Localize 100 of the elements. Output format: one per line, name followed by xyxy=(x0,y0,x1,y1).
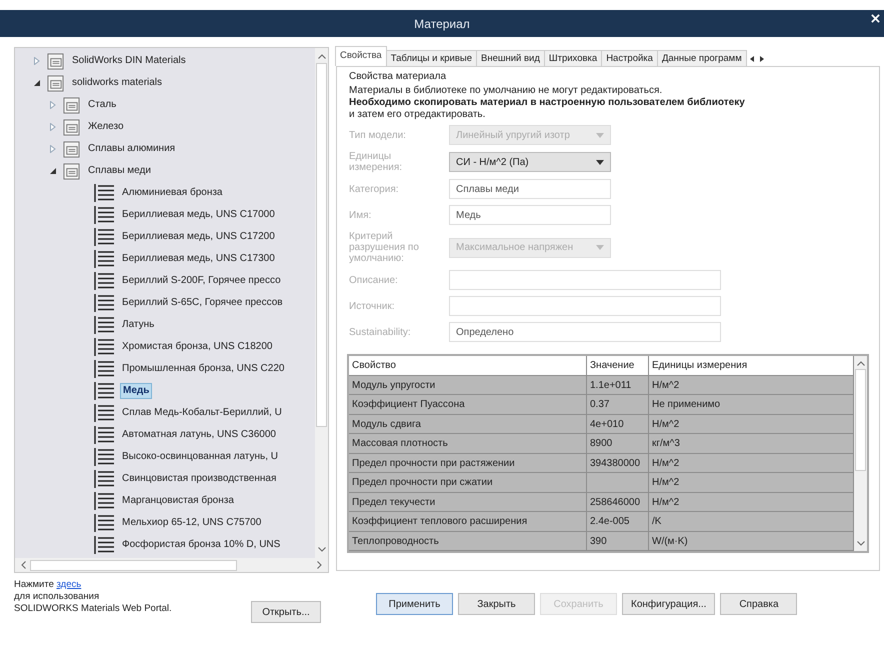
table-cell: 258646000 xyxy=(587,492,649,511)
tree-item[interactable]: solidworks materials xyxy=(70,76,164,90)
scroll-left-icon[interactable] xyxy=(21,561,26,569)
scroll-down-icon[interactable] xyxy=(318,547,326,552)
scroll-right-icon[interactable] xyxy=(317,561,322,569)
dialog-button[interactable]: Конфигурация... xyxy=(622,593,716,615)
field-label: Тип модели: xyxy=(349,130,407,140)
field-label: Категория: xyxy=(349,184,400,194)
material-list-icon xyxy=(93,381,115,401)
tree-item[interactable]: Бериллий S-200F, Горячее прессо xyxy=(120,274,283,288)
table-cell: 8900 xyxy=(587,434,649,452)
open-button[interactable]: Открыть... xyxy=(251,601,321,623)
window-title: Материал xyxy=(414,16,470,30)
note-text: для использования SOLIDWORKS Materials Web Portal. xyxy=(14,591,172,615)
tree-item[interactable]: Автоматная латунь, UNS C36000 xyxy=(120,428,278,442)
material-list-icon xyxy=(93,315,115,335)
scroll-down-icon[interactable] xyxy=(856,541,864,546)
scroll-up-icon[interactable] xyxy=(318,54,326,59)
tree-item[interactable]: Марганцовистая бронза xyxy=(120,494,236,508)
tree-item[interactable]: Медь xyxy=(120,383,152,399)
text-field[interactable] xyxy=(449,296,721,316)
tab[interactable]: Данные программ xyxy=(656,50,747,66)
table-cell: Массовая плотность xyxy=(349,434,587,452)
tab[interactable]: Внешний вид xyxy=(476,50,545,66)
column-header[interactable]: Свойство xyxy=(349,356,587,374)
table-cell: Модуль сдвига xyxy=(349,414,587,433)
tab-scroll-left-icon[interactable] xyxy=(750,56,755,62)
field-label: Описание: xyxy=(349,274,399,286)
table-cell: 394380000 xyxy=(587,454,649,472)
table-cell: 390 xyxy=(587,532,649,550)
material-list-icon xyxy=(93,447,115,467)
table-cell: 2.4e-005 xyxy=(587,512,649,530)
tree-item[interactable]: Хромистая бронза, UNS C18200 xyxy=(120,340,274,354)
tree-item[interactable]: Бериллиевая медь, UNS C17300 xyxy=(120,252,277,266)
close-icon[interactable] xyxy=(871,14,880,23)
material-list-icon xyxy=(93,425,115,445)
material-list-icon xyxy=(93,513,115,533)
dialog-button[interactable]: Применить xyxy=(376,593,453,615)
material-list-icon xyxy=(93,469,115,489)
text-field[interactable] xyxy=(449,270,721,290)
tree-item[interactable]: Бериллиевая медь, UNS C17200 xyxy=(120,230,277,244)
material-list-icon xyxy=(93,293,115,313)
dialog-button[interactable]: Закрыть xyxy=(458,593,535,615)
tree-item[interactable]: Свинцовистая производственная xyxy=(120,472,278,486)
expanded-arrow-icon[interactable] xyxy=(33,80,41,86)
tree-item[interactable]: Промышленная бронза, UNS C220 xyxy=(120,362,286,376)
dropdown-arrow-icon xyxy=(596,132,604,138)
tree-item[interactable]: Железо xyxy=(86,120,126,134)
table-cell: Предел прочности при сжатии xyxy=(349,473,587,492)
table-cell: 1.1e+011 xyxy=(587,376,649,394)
table-scrollbar[interactable] xyxy=(854,356,867,551)
tree-item[interactable]: Алюминиевая бронза xyxy=(120,186,224,200)
field-label: Источник: xyxy=(349,300,396,312)
field-label: Единицы измерения: xyxy=(349,151,404,173)
material-list-icon xyxy=(93,491,115,511)
tree-item[interactable]: Высоко-освинцованная латунь, U xyxy=(120,450,280,464)
material-list-icon xyxy=(93,359,115,379)
tree-item[interactable]: Сплавы алюминия xyxy=(86,142,178,156)
section-heading: Свойства материала xyxy=(349,71,448,82)
tab[interactable]: Свойства xyxy=(335,46,387,66)
tab-scroll-right-icon[interactable] xyxy=(758,56,764,62)
tree-item[interactable]: Сплав Медь-Кобальт-Бериллий, U xyxy=(120,406,284,420)
material-list-icon xyxy=(93,271,115,291)
folder-icon xyxy=(47,74,64,92)
field-label: Критерий разрушения по умолчанию: xyxy=(349,231,420,264)
tree-item[interactable]: Фосфористая бронза 10% D, UNS xyxy=(120,538,282,552)
folder-icon xyxy=(63,118,80,136)
field-label: Sustainability: xyxy=(349,326,412,338)
column-header[interactable]: Значение xyxy=(587,356,649,374)
tree-item[interactable]: Бериллиевая медь, UNS C17000 xyxy=(120,208,277,222)
tab[interactable]: Таблицы и кривые xyxy=(386,50,478,66)
horizontal-scrollbar[interactable] xyxy=(15,558,328,572)
expanded-arrow-icon[interactable] xyxy=(49,168,57,174)
tree-item[interactable]: Мельхиор 65-12, UNS C75700 xyxy=(120,516,264,530)
folder-icon xyxy=(63,96,80,114)
tree-item[interactable]: SolidWorks DIN Materials xyxy=(70,54,188,68)
table-cell: Теплопроводность xyxy=(349,532,587,550)
folder-icon xyxy=(47,52,64,70)
tree-item[interactable]: Сплавы меди xyxy=(86,164,153,178)
table-cell: 4e+010 xyxy=(587,414,649,433)
vertical-scrollbar[interactable] xyxy=(315,48,328,558)
material-list-icon xyxy=(93,535,115,555)
tab[interactable]: Штриховка xyxy=(544,50,602,66)
tree-item[interactable]: Бериллий S-65C, Горячее прессов xyxy=(120,296,285,310)
text-field[interactable]: Определено xyxy=(449,322,721,342)
text-field[interactable]: Сплавы меди xyxy=(449,179,611,199)
field-label: Имя: xyxy=(349,210,372,220)
tree-item[interactable]: Латунь xyxy=(120,318,156,332)
tree-item[interactable]: Сталь xyxy=(86,98,118,112)
folder-icon xyxy=(63,140,80,158)
scroll-up-icon[interactable] xyxy=(856,361,864,366)
table-cell: Предел прочности при растяжении xyxy=(349,454,587,472)
material-list-icon xyxy=(93,183,115,203)
material-list-icon xyxy=(93,403,115,423)
dialog-button[interactable]: Справка xyxy=(720,593,798,615)
dropdown-field[interactable]: СИ - Н/м^2 (Па) xyxy=(449,152,611,172)
portal-link[interactable]: здесь xyxy=(56,579,82,590)
tab[interactable]: Настройка xyxy=(601,50,658,66)
text-field[interactable]: Медь xyxy=(449,205,611,225)
table-cell: Коэффициент Пуассона xyxy=(349,395,587,414)
